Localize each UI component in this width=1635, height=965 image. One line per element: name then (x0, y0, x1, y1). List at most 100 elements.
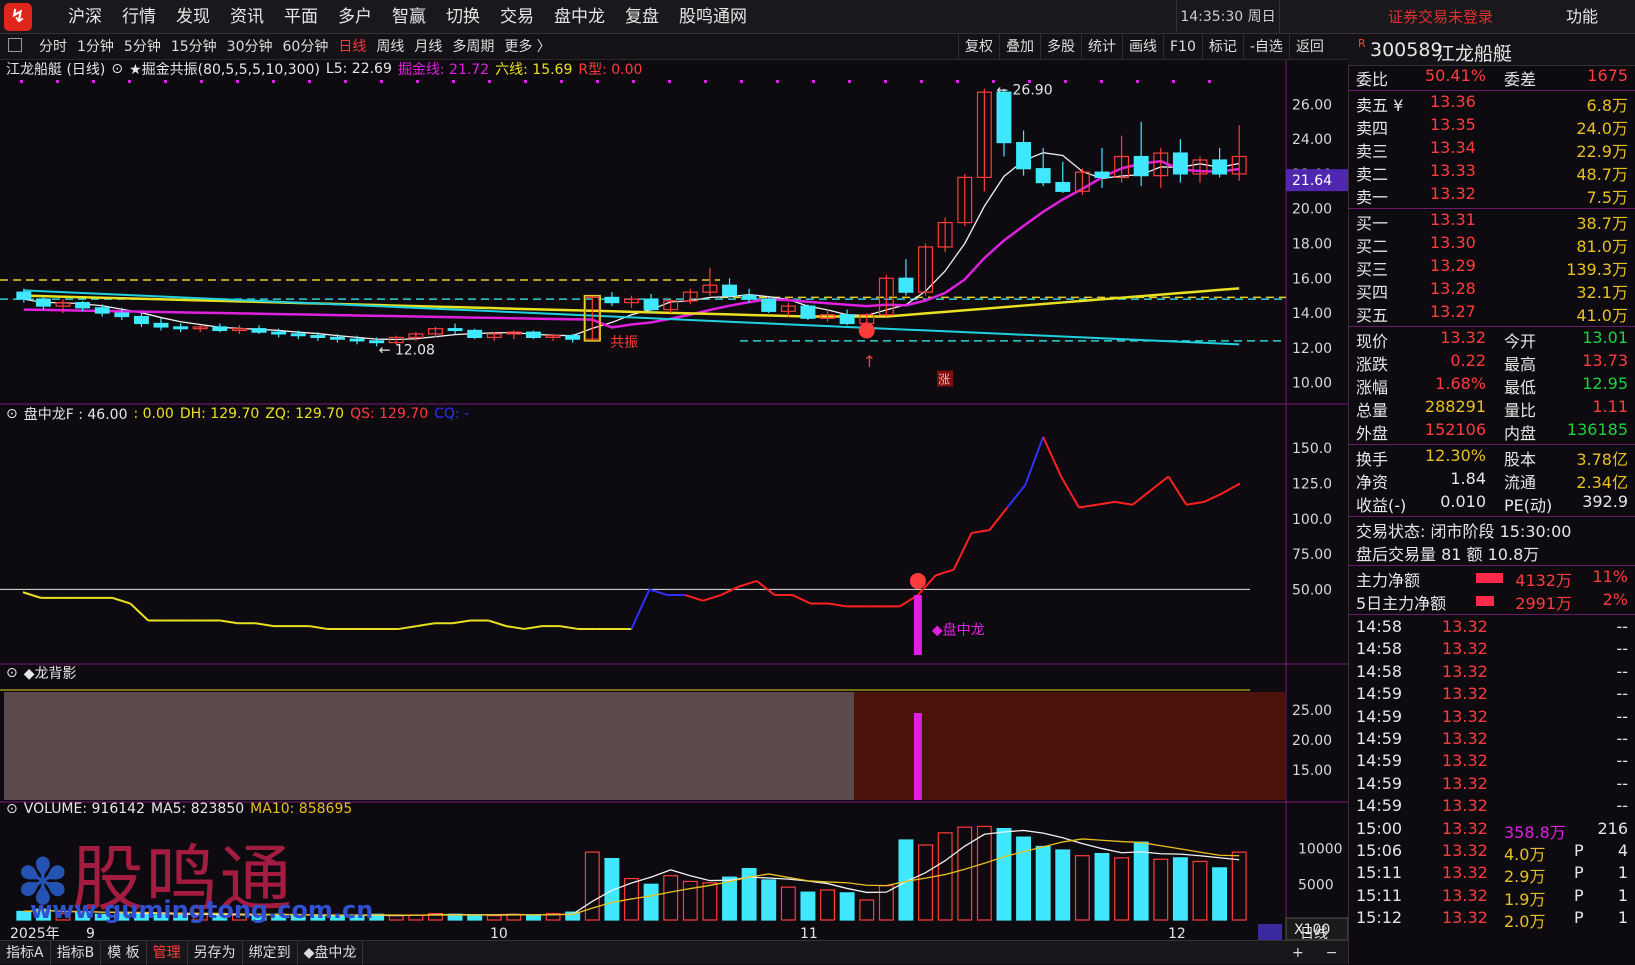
dragon-line-seg-40 (720, 585, 740, 596)
sell-row-0[interactable]: 卖五 ¥ 13.36 6.8万 (1356, 92, 1628, 115)
period-tab-2[interactable]: 5分钟 (119, 34, 166, 60)
login-status[interactable]: 证券交易未登录 (1388, 0, 1493, 34)
menu-item-10[interactable]: 复盘 (615, 0, 669, 34)
resonance-label: 共振 (610, 335, 638, 351)
tool-button-7[interactable]: -自选 (1242, 34, 1289, 60)
rx-value: R型: 0.00 (578, 62, 643, 78)
stat-row-5[interactable]: 换手 12.30% 股本 3.78亿 (1356, 446, 1628, 469)
dragon-line-seg-17 (309, 625, 328, 630)
indicator-toggle-icon[interactable]: ⊙ (6, 406, 18, 422)
bottom-tab-5[interactable]: 绑定到 (243, 940, 298, 965)
weibi-row[interactable]: 委比 50.41% 委差 1675 (1356, 66, 1628, 89)
signal-dot-icon (858, 322, 875, 339)
buy-row-1[interactable]: 买二 13.30 81.0万 (1356, 233, 1628, 256)
menu-item-7[interactable]: 切换 (436, 0, 490, 34)
period-tab-10[interactable]: 更多 〉 (499, 34, 555, 60)
menu-item-4[interactable]: 平面 (274, 0, 328, 34)
quote-label: 卖一 (1356, 188, 1389, 207)
period-tab-7[interactable]: 周线 (371, 34, 409, 60)
indicator-name[interactable]: ★掘金共振(80,5,5,5,10,300) (129, 59, 320, 79)
bottom-tab-2[interactable]: 模 板 (101, 940, 147, 965)
period-tab-3[interactable]: 15分钟 (166, 34, 222, 60)
period-tab-1[interactable]: 1分钟 (72, 34, 119, 60)
tool-button-4[interactable]: 画线 (1122, 34, 1163, 60)
menu-item-11[interactable]: 股鸣通网 (669, 0, 757, 34)
tool-button-5[interactable]: F10 (1163, 34, 1202, 60)
period-tab-6[interactable]: 日线 (333, 34, 371, 60)
signal-dot-13 (488, 80, 491, 83)
volume-bar-62 (1231, 851, 1247, 921)
signal-dot-27 (992, 80, 995, 83)
tick-col-4: -- (1616, 639, 1628, 659)
signal-dot-6 (236, 80, 239, 83)
tool-button-2[interactable]: 多股 (1040, 34, 1081, 60)
sell-row-4[interactable]: 卖一 13.32 7.5万 (1356, 184, 1628, 207)
stat-row-6[interactable]: 净资 1.84 流通 2.34亿 (1356, 469, 1628, 492)
stat-row-4[interactable]: 外盘 152106 内盘 136185 (1356, 420, 1628, 443)
zoom-out-button[interactable]: − (1320, 941, 1344, 965)
bottom-tab-1[interactable]: 指标B (51, 940, 102, 965)
sell-row-2[interactable]: 卖三 13.34 22.9万 (1356, 138, 1628, 161)
tick-col-0: 15:06 (1356, 841, 1403, 860)
bottom-tab-3[interactable]: 管理 (147, 940, 188, 965)
stat-row-1[interactable]: 涨跌 0.22 最高 13.73 (1356, 351, 1628, 374)
menu-item-2[interactable]: 发现 (166, 0, 220, 34)
tool-button-1[interactable]: 叠加 (999, 34, 1040, 60)
period-tab-0[interactable]: 分时 (34, 34, 72, 60)
menu-item-3[interactable]: 资讯 (220, 0, 274, 34)
zoom-in-button[interactable]: + (1286, 941, 1310, 965)
sell-row-3[interactable]: 卖二 13.33 48.7万 (1356, 161, 1628, 184)
buy-row-4[interactable]: 买五 13.27 41.0万 (1356, 302, 1628, 325)
menu-item-9[interactable]: 盘中龙 (544, 0, 615, 34)
tick-col-0: 14:59 (1356, 684, 1403, 704)
sell-row-1[interactable]: 卖四 13.35 24.0万 (1356, 115, 1628, 138)
bottom-tab-6[interactable]: ◆盘中龙 (298, 940, 364, 965)
menu-item-6[interactable]: 智赢 (382, 0, 436, 34)
tool-button-8[interactable]: 返回 (1288, 34, 1330, 60)
signal-dot-22 (812, 80, 815, 83)
bottom-tab-4[interactable]: 另存为 (188, 940, 243, 965)
buy-row-0[interactable]: 买一 13.31 38.7万 (1356, 210, 1628, 233)
stat-row-3[interactable]: 总量 288291 量比 1.11 (1356, 397, 1628, 420)
menu-item-8[interactable]: 交易 (490, 0, 544, 34)
stat-row-2[interactable]: 涨幅 1.68% 最低 12.95 (1356, 374, 1628, 397)
quote-label: 卖四 (1356, 119, 1389, 138)
quote-label: 收益(-) (1356, 496, 1407, 515)
dragon-line-seg-36 (649, 588, 668, 597)
tool-button-6[interactable]: 标记 (1201, 34, 1243, 60)
menu-item-5[interactable]: 多户 (328, 0, 382, 34)
tick-row-0: 14:58 13.32 -- (1356, 617, 1628, 639)
buy-row-2[interactable]: 买三 13.29 139.3万 (1356, 256, 1628, 279)
net-flow-row-1[interactable]: 5日主力净额 2991万 2% (1356, 590, 1628, 613)
function-menu-button[interactable]: 功能 (1566, 0, 1598, 34)
signal-dot-25 (920, 80, 923, 83)
tool-button-0[interactable]: 复权 (958, 34, 999, 60)
dragon-v0: : 0.00 (133, 406, 174, 422)
period-tab-8[interactable]: 月线 (409, 34, 447, 60)
period-tab-5[interactable]: 60分钟 (278, 34, 334, 60)
bottom-tab-0[interactable]: 指标A (0, 940, 51, 965)
app-logo-icon[interactable]: ↯ (4, 3, 32, 31)
period-tab-4[interactable]: 30分钟 (222, 34, 278, 60)
indicator-toggle-icon[interactable]: ⊙ (6, 801, 18, 817)
volume-ma10: MA10: 858695 (250, 801, 353, 817)
volume-bar-35 (702, 882, 718, 921)
menu-item-1[interactable]: 行情 (112, 0, 166, 34)
quote-volume: 41.0万 (1576, 306, 1628, 325)
net-flow-row-0[interactable]: 主力净额 4132万 11% (1356, 567, 1628, 590)
tick-col-0: 14:59 (1356, 751, 1403, 771)
stat-row-7[interactable]: 收益(-) 0.010 PE(动) 392.9 (1356, 492, 1628, 515)
buy-row-3[interactable]: 买四 13.28 32.1万 (1356, 279, 1628, 302)
sidebar-toggle-icon[interactable] (8, 38, 22, 52)
tick-col-0: 14:59 (1356, 729, 1403, 748)
bg-y-tick-0: 25.00 (1292, 703, 1332, 719)
tool-button-3[interactable]: 统计 (1081, 34, 1122, 60)
dragon-line-seg-1 (22, 591, 42, 599)
menu-item-0[interactable]: 沪深 (58, 0, 112, 34)
period-tab-9[interactable]: 多周期 (447, 34, 499, 60)
stat-row-0[interactable]: 现价 13.32 今开 13.01 (1356, 328, 1628, 351)
tick-col-4: 216 (1597, 818, 1628, 838)
tick-col-2: 1.9万 (1504, 889, 1546, 909)
indicator-toggle-icon[interactable]: ⊙ (111, 61, 123, 77)
indicator-toggle-icon[interactable]: ⊙ (6, 665, 18, 681)
